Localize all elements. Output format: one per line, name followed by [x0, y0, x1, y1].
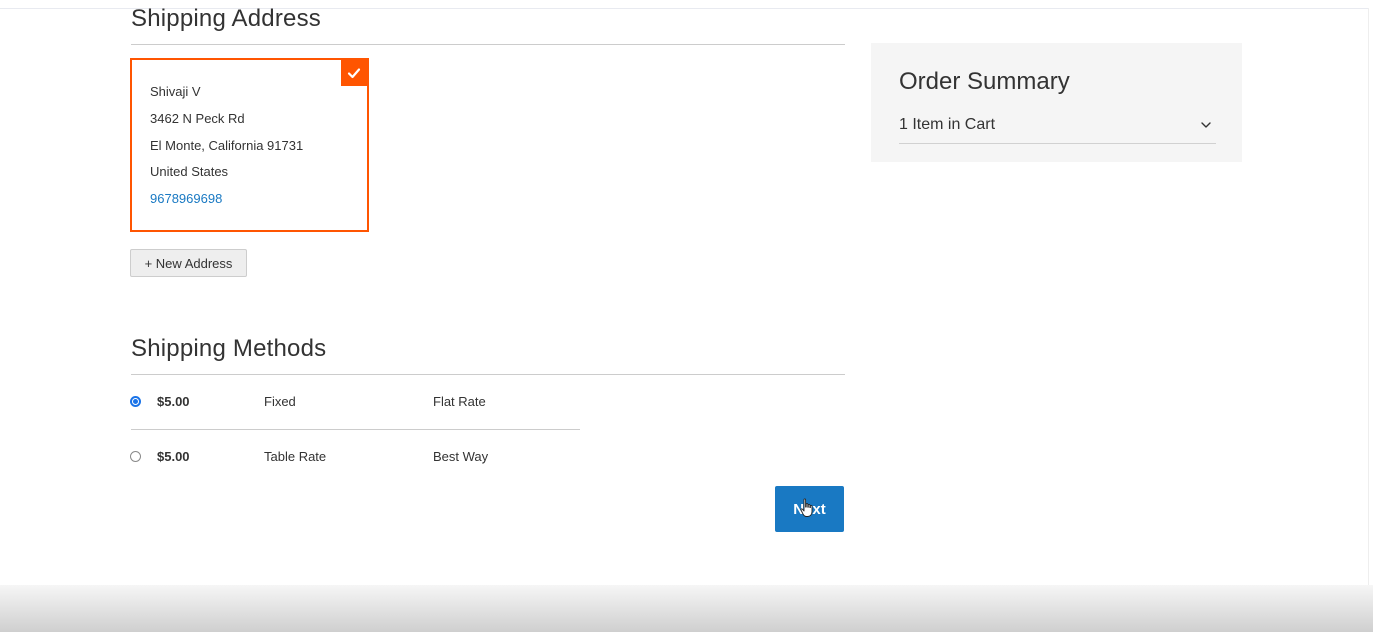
- address-name: Shivaji V: [150, 84, 201, 99]
- new-address-button[interactable]: + New Address: [130, 249, 247, 277]
- chevron-down-icon[interactable]: [1200, 118, 1212, 136]
- shipping-method-name: Table Rate: [264, 449, 327, 464]
- items-in-cart-label: 1 Item in Cart: [899, 116, 996, 133]
- address-phone-link[interactable]: 9678969698: [150, 191, 222, 206]
- shipping-method-radio[interactable]: [130, 396, 141, 407]
- shipping-carrier-name: Best Way: [433, 449, 489, 464]
- items-in-cart-toggle[interactable]: 1 Item in Cart: [899, 113, 1216, 144]
- selected-address-card[interactable]: Shivaji V 3462 N Peck Rd El Monte, Calif…: [130, 58, 369, 232]
- shipping-method-row-divider: [131, 429, 580, 430]
- bottom-page-fade: [0, 585, 1373, 632]
- shipping-method-price: $5.00: [157, 394, 190, 409]
- shipping-method-row[interactable]: $5.00 Table Rate Best Way: [130, 445, 580, 469]
- shipping-address-divider: [131, 44, 845, 45]
- shipping-method-name: Fixed: [264, 394, 296, 409]
- shipping-method-radio[interactable]: [130, 451, 141, 462]
- order-summary-panel: Order Summary 1 Item in Cart: [871, 43, 1242, 162]
- shipping-methods-title: Shipping Methods: [131, 335, 327, 362]
- shipping-address-title: Shipping Address: [131, 5, 321, 32]
- checkmark-icon: [341, 60, 367, 86]
- shipping-carrier-name: Flat Rate: [433, 394, 486, 409]
- address-city-region-zip: El Monte, California 91731: [150, 138, 304, 153]
- shipping-method-row[interactable]: $5.00 Fixed Flat Rate: [130, 390, 580, 414]
- shipping-method-price: $5.00: [157, 449, 190, 464]
- page-right-border: [1368, 8, 1369, 598]
- address-street: 3462 N Peck Rd: [150, 111, 245, 126]
- hand-cursor-icon: [800, 498, 814, 523]
- address-country: United States: [150, 164, 229, 179]
- shipping-methods-divider: [131, 374, 845, 375]
- order-summary-title: Order Summary: [899, 68, 1070, 95]
